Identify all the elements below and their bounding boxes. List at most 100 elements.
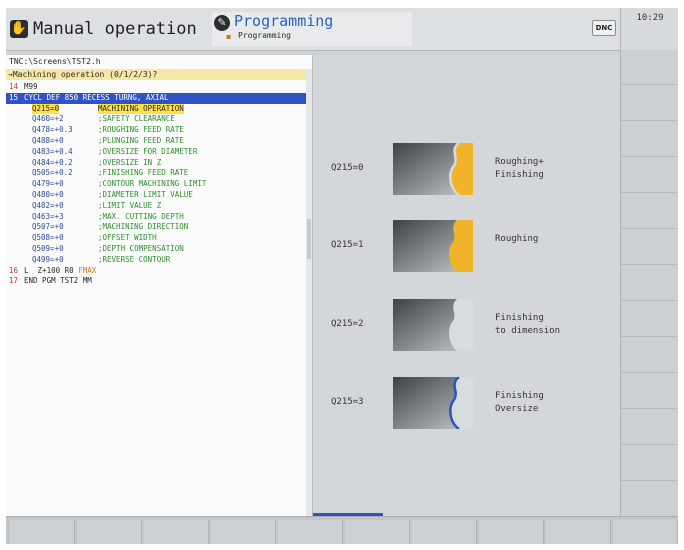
horizontal-softkey[interactable] — [211, 520, 276, 544]
program-line-comment: ;REVERSE CONTOUR — [98, 254, 171, 264]
program-line-param: Q482=+0 — [32, 200, 64, 210]
mode-programming-label: Programming — [234, 12, 334, 30]
mode-manual-operation[interactable]: ✋ Manual operation — [10, 14, 208, 44]
program-line-comment: ;OFFSET WIDTH — [98, 233, 157, 243]
program-line[interactable]: Q507=+0 ;MACHINING DIRECTION — [6, 222, 306, 233]
option-description: Roughing — [495, 233, 538, 246]
program-line-comment: MACHINING OPERATION — [98, 103, 184, 115]
program-line-comment: ;OVERSIZE FOR DIAMETER — [98, 146, 198, 156]
option-description-line2: Oversize — [495, 404, 539, 414]
program-line-param: Q484=+0.2 — [32, 157, 73, 167]
program-line-comment: ;LIMIT VALUE Z — [98, 200, 162, 210]
program-line[interactable]: Q483=+0.4 ;OVERSIZE FOR DIAMETER — [6, 147, 306, 158]
manual-mode-icon: ✋ — [10, 20, 28, 38]
mode-programming[interactable]: ✎ Programming ▪ Programming — [212, 12, 412, 46]
program-line-num: 14 — [9, 82, 19, 91]
program-line[interactable]: Q480=+0 ;DIAMETER LIMIT VALUE — [6, 190, 306, 201]
recess-illustration — [393, 143, 473, 195]
program-line-comment: ;CONTOUR MACHINING LIMIT — [98, 179, 207, 189]
program-line-param: Q479=+0 — [32, 179, 64, 189]
horizontal-softkey[interactable] — [10, 520, 75, 544]
program-line-num: 16 — [9, 265, 19, 275]
program-scrollbar-thumb[interactable] — [307, 219, 311, 259]
program-line[interactable]: Q215=0 MACHINING OPERATION — [6, 103, 306, 115]
program-line[interactable]: Q478=+0.3 ;ROUGHING FEED RATE — [6, 125, 306, 136]
option-description-line2: Finishing — [495, 170, 544, 180]
program-line-comment: ;FINISHING FEED RATE — [98, 168, 189, 178]
program-line-text: CYCL DEF 850 RECESS TURNG, AXIAL — [24, 92, 169, 102]
horizontal-softkey[interactable] — [278, 520, 343, 544]
tnc-screen: ✋ Manual operation ✎ Programming ▪ Progr… — [6, 8, 678, 544]
program-line[interactable]: Q499=+0 ;REVERSE CONTOUR — [6, 255, 306, 266]
program-lines: 14 M99 15 CYCL DEF 850 RECESS TURNG, AXIAL Q… — [6, 82, 306, 287]
vertical-softkey[interactable] — [621, 122, 678, 157]
horizontal-softkey[interactable] — [77, 520, 142, 544]
option-label: Q215=0 — [331, 163, 364, 173]
program-line-param: Q483=+0.4 — [32, 146, 73, 156]
vertical-softkey[interactable] — [621, 338, 678, 373]
header-bar: ✋ Manual operation ✎ Programming ▪ Progr… — [6, 8, 620, 51]
vertical-softkey[interactable] — [621, 374, 678, 409]
vertical-softkey[interactable] — [621, 446, 678, 481]
horizontal-softkey[interactable] — [412, 520, 477, 544]
recess-illustration — [393, 220, 473, 272]
vertical-softkey[interactable] — [621, 50, 678, 85]
program-line-comment: ;MACHINING DIRECTION — [98, 222, 189, 232]
vertical-softkey[interactable] — [621, 482, 678, 517]
program-line[interactable]: 14 M99 — [6, 82, 306, 93]
clock-time: 10:29 — [636, 13, 664, 23]
horizontal-softkey-bar — [6, 516, 678, 544]
program-line-comment: ;OVERSIZE IN Z — [98, 157, 162, 167]
program-line[interactable]: Q488=+0 ;PLUNGING FEED RATE — [6, 136, 306, 147]
program-line-param: Q463=+3 — [32, 211, 64, 221]
program-line-text: END PGM TST2 MM — [24, 276, 92, 286]
option-label: Q215=1 — [331, 240, 364, 250]
program-line[interactable]: Q505=+0.2 ;FINISHING FEED RATE — [6, 168, 306, 179]
program-line-text: M99 — [24, 82, 38, 91]
program-line[interactable]: Q508=+0 ;OFFSET WIDTH — [6, 233, 306, 244]
program-line-comment: ;PLUNGING FEED RATE — [98, 135, 184, 145]
horizontal-softkey[interactable] — [144, 520, 209, 544]
horizontal-softkey[interactable] — [546, 520, 611, 544]
program-line-comment: ;DEPTH COMPENSATION — [98, 243, 184, 253]
program-line-comment: ;DIAMETER LIMIT VALUE — [98, 189, 193, 199]
program-line-extra: FMAX — [78, 265, 97, 275]
program-line-text: L Z+100 R0 FMAX — [24, 265, 97, 275]
option-label: Q215=3 — [331, 397, 364, 407]
option-description-line1: Finishing — [495, 391, 544, 401]
program-line[interactable]: Q479=+0 ;CONTOUR MACHINING LIMIT — [6, 179, 306, 190]
vertical-softkey[interactable] — [621, 302, 678, 337]
recess-illustration — [393, 377, 473, 429]
vertical-softkey[interactable] — [621, 410, 678, 445]
option-description-line1: Finishing — [495, 313, 544, 323]
program-line-comment: ;SAFETY CLEARANCE — [98, 114, 175, 124]
program-line[interactable]: 15 CYCL DEF 850 RECESS TURNG, AXIAL — [6, 92, 306, 104]
program-line[interactable]: Q482=+0 ;LIMIT VALUE Z — [6, 201, 306, 212]
program-line[interactable]: 16 L Z+100 R0 FMAX — [6, 266, 306, 277]
program-line-param: Q460=+2 — [32, 114, 64, 124]
vertical-softkey[interactable] — [621, 266, 678, 301]
horizontal-softkey[interactable] — [613, 520, 678, 544]
program-line-param: Q488=+0 — [32, 135, 64, 145]
program-line-num: 15 — [9, 92, 19, 102]
program-line-param: Q480=+0 — [32, 189, 64, 199]
program-line[interactable]: Q463=+3 ;MAX. CUTTING DEPTH — [6, 212, 306, 223]
program-line-param: Q215=0 — [32, 103, 60, 115]
vertical-softkey[interactable] — [621, 194, 678, 229]
program-line[interactable]: 17 END PGM TST2 MM — [6, 276, 306, 287]
program-line[interactable]: Q460=+2 ;SAFETY CLEARANCE — [6, 114, 306, 125]
dialog-prompt: →Machining operation (0/1/2/3)? — [6, 69, 308, 80]
program-line[interactable]: Q484=+0.2 ;OVERSIZE IN Z — [6, 158, 306, 169]
vertical-softkey[interactable] — [621, 230, 678, 265]
dnc-badge: DNC — [592, 20, 616, 36]
program-line-param: Q507=+0 — [32, 222, 64, 232]
program-line-param: Q505=+0.2 — [32, 168, 73, 178]
vertical-softkey[interactable] — [621, 158, 678, 193]
program-line[interactable]: Q509=+0 ;DEPTH COMPENSATION — [6, 244, 306, 255]
option-label: Q215=2 — [331, 319, 364, 329]
program-scrollbar[interactable] — [306, 69, 312, 516]
vertical-softkey[interactable] — [621, 86, 678, 121]
program-panel: TNC:\Screens\TST2.h →Machining operation… — [6, 55, 313, 516]
horizontal-softkey[interactable] — [345, 520, 410, 544]
horizontal-softkey[interactable] — [479, 520, 544, 544]
